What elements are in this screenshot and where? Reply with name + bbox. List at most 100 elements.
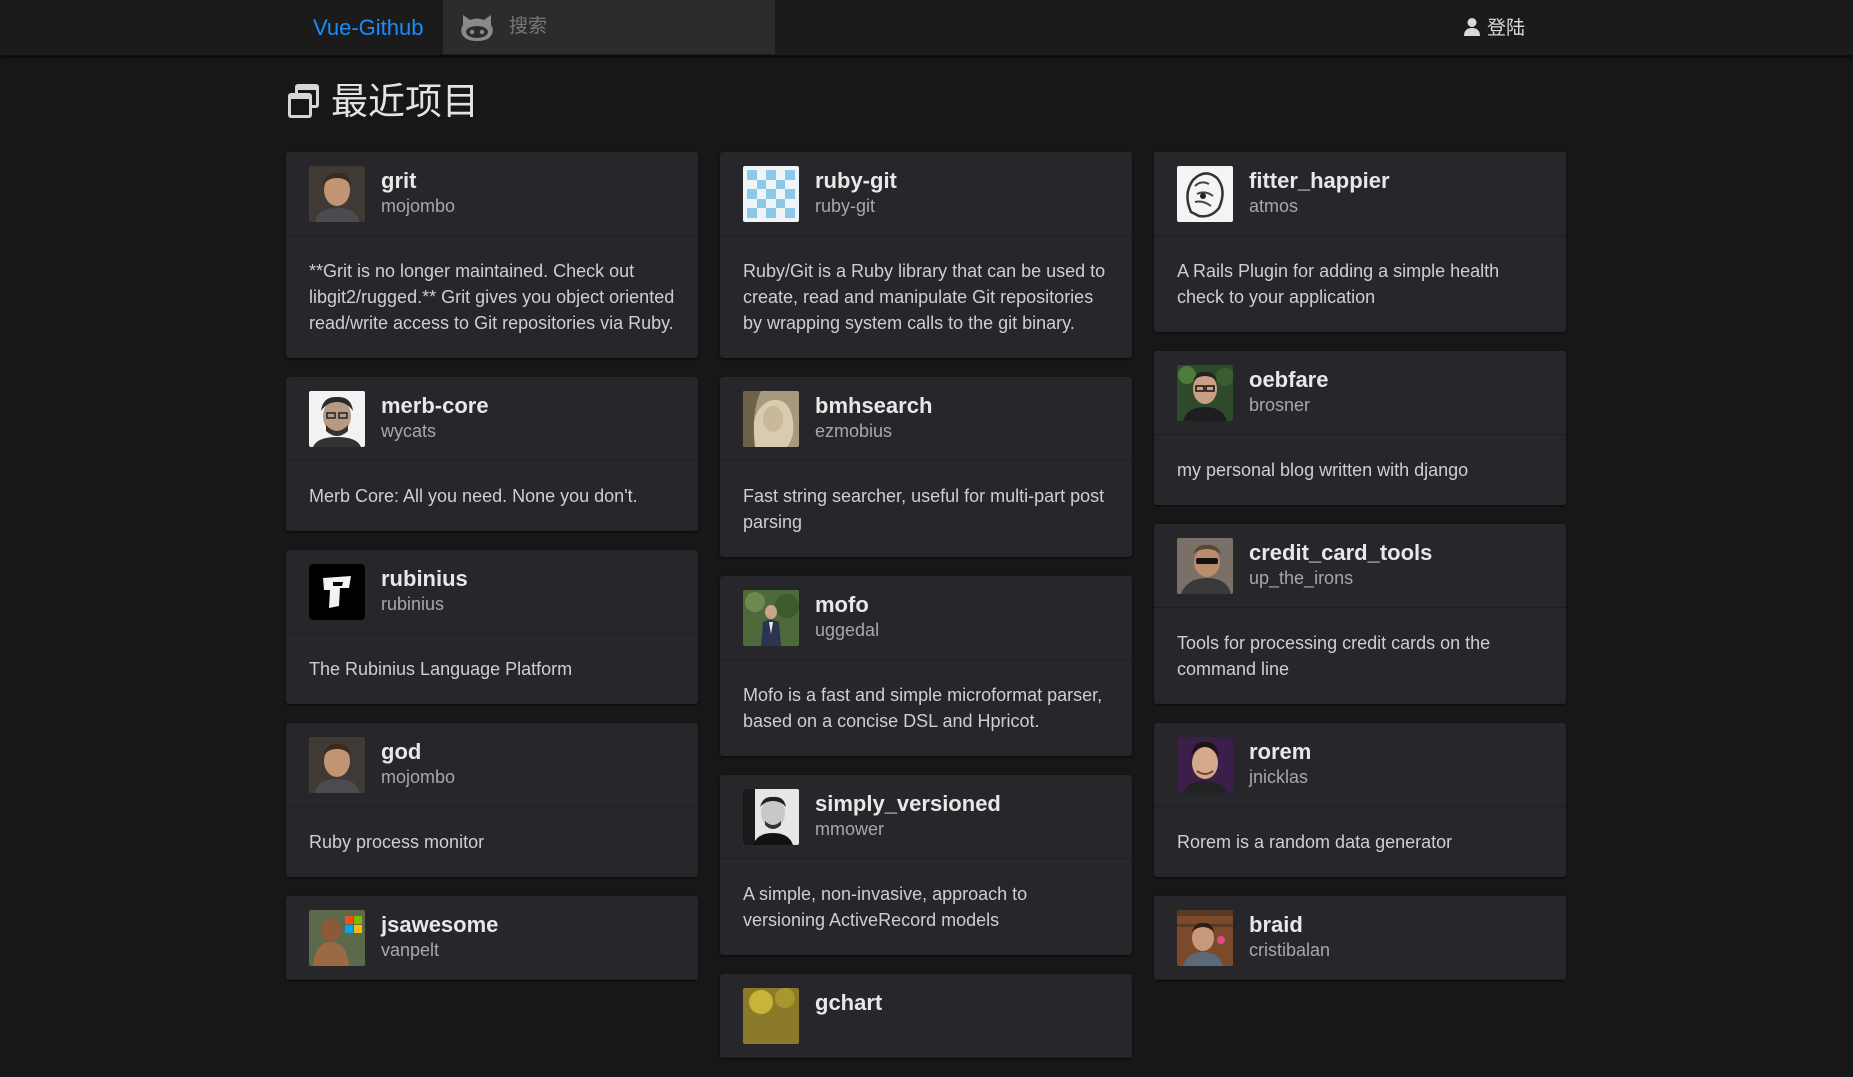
repo-card-grit[interactable]: grit mojombo **Grit is no longer maintai… bbox=[286, 152, 698, 358]
card-header: oebfare brosner bbox=[1154, 351, 1566, 435]
card-header: grit mojombo bbox=[286, 152, 698, 236]
repo-description: Ruby process monitor bbox=[309, 832, 485, 852]
repo-owner[interactable]: cristibalan bbox=[1249, 940, 1330, 961]
repo-description: Mofo is a fast and simple microformat pa… bbox=[743, 685, 1103, 731]
owner-avatar[interactable] bbox=[1177, 538, 1233, 594]
owner-avatar[interactable] bbox=[743, 166, 799, 222]
repo-card-rubinius[interactable]: rubinius rubinius The Rubinius Language … bbox=[286, 550, 698, 704]
login-button[interactable]: 登陆 bbox=[1463, 0, 1525, 55]
repo-owner[interactable]: mmower bbox=[815, 819, 884, 840]
github-octocat-icon bbox=[461, 15, 493, 41]
card-header: gchart bbox=[720, 974, 1132, 1058]
repo-name-link[interactable]: braid bbox=[1249, 912, 1303, 938]
owner-avatar[interactable] bbox=[743, 988, 799, 1044]
card-header: mofo uggedal bbox=[720, 576, 1132, 660]
repo-card-credit-card-tools[interactable]: credit_card_tools up_the_irons Tools for… bbox=[1154, 524, 1566, 704]
repo-description: The Rubinius Language Platform bbox=[309, 659, 573, 679]
repo-card-god[interactable]: god mojombo Ruby process monitor bbox=[286, 723, 698, 877]
page-title-text: 最近项目 bbox=[331, 81, 479, 122]
repo-card-bmhsearch[interactable]: bmhsearch ezmobius Fast string searcher,… bbox=[720, 377, 1132, 557]
card-header: bmhsearch ezmobius bbox=[720, 377, 1132, 461]
repo-description: Merb Core: All you need. None you don't. bbox=[309, 486, 638, 506]
brand-link[interactable]: Vue-Github bbox=[313, 0, 423, 55]
repo-owner[interactable]: rubinius bbox=[381, 594, 444, 615]
repo-name-link[interactable]: bmhsearch bbox=[815, 393, 932, 419]
repo-card-simply-versioned[interactable]: simply_versioned mmower A simple, non-in… bbox=[720, 775, 1132, 955]
repo-owner[interactable]: jnicklas bbox=[1249, 767, 1308, 788]
card-header: fitter_happier atmos bbox=[1154, 152, 1566, 236]
repo-card-merb-core[interactable]: merb-core wycats Merb Core: All you need… bbox=[286, 377, 698, 531]
repo-description: my personal blog written with django bbox=[1177, 460, 1469, 480]
owner-avatar[interactable] bbox=[743, 789, 799, 845]
repo-description: Fast string searcher, useful for multi-p… bbox=[743, 486, 1105, 532]
search-placeholder: 搜索 bbox=[509, 16, 548, 37]
page-title: 最近项目 bbox=[286, 78, 479, 126]
repo-card-ruby-git[interactable]: ruby-git ruby-git Ruby/Git is a Ruby lib… bbox=[720, 152, 1132, 358]
repo-owner[interactable]: atmos bbox=[1249, 196, 1298, 217]
card-header: credit_card_tools up_the_irons bbox=[1154, 524, 1566, 608]
owner-avatar[interactable] bbox=[1177, 166, 1233, 222]
card-header: braid cristibalan bbox=[1154, 896, 1566, 980]
repo-name-link[interactable]: credit_card_tools bbox=[1249, 540, 1432, 566]
repo-card-jsawesome[interactable]: jsawesome vanpelt bbox=[286, 896, 698, 980]
owner-avatar[interactable] bbox=[743, 590, 799, 646]
repo-owner[interactable]: vanpelt bbox=[381, 940, 439, 961]
repo-owner[interactable]: ezmobius bbox=[815, 421, 892, 442]
owner-avatar[interactable] bbox=[1177, 365, 1233, 421]
owner-avatar[interactable] bbox=[309, 166, 365, 222]
repo-card-braid[interactable]: braid cristibalan bbox=[1154, 896, 1566, 980]
repo-owner[interactable]: wycats bbox=[381, 421, 436, 442]
repo-card-rorem[interactable]: rorem jnicklas Rorem is a random data ge… bbox=[1154, 723, 1566, 877]
repo-name-link[interactable]: jsawesome bbox=[381, 912, 498, 938]
top-navbar: Vue-Github 搜索 登陆 bbox=[0, 0, 1853, 56]
search-box[interactable]: 搜索 bbox=[443, 0, 775, 54]
repo-name-link[interactable]: simply_versioned bbox=[815, 791, 1001, 817]
repo-name-link[interactable]: ruby-git bbox=[815, 168, 897, 194]
card-header: merb-core wycats bbox=[286, 377, 698, 461]
repo-description: Tools for processing credit cards on the… bbox=[1177, 633, 1491, 679]
card-header: simply_versioned mmower bbox=[720, 775, 1132, 859]
owner-avatar[interactable] bbox=[743, 391, 799, 447]
card-header: ruby-git ruby-git bbox=[720, 152, 1132, 236]
repo-card-fitter-happier[interactable]: fitter_happier atmos A Rails Plugin for … bbox=[1154, 152, 1566, 332]
repo-card-gchart[interactable]: gchart bbox=[720, 974, 1132, 1058]
repo-description: Ruby/Git is a Ruby library that can be u… bbox=[743, 261, 1106, 333]
repo-owner[interactable]: brosner bbox=[1249, 395, 1310, 416]
repo-owner[interactable]: mojombo bbox=[381, 767, 455, 788]
repo-owner[interactable]: uggedal bbox=[815, 620, 879, 641]
card-header: jsawesome vanpelt bbox=[286, 896, 698, 980]
owner-avatar[interactable] bbox=[309, 737, 365, 793]
repo-name-link[interactable]: grit bbox=[381, 168, 416, 194]
owner-avatar[interactable] bbox=[309, 564, 365, 620]
project-column-2: ruby-git ruby-git Ruby/Git is a Ruby lib… bbox=[720, 152, 1132, 1077]
owner-avatar[interactable] bbox=[309, 391, 365, 447]
repo-owner[interactable]: mojombo bbox=[381, 196, 455, 217]
owner-avatar[interactable] bbox=[1177, 910, 1233, 966]
repo-name-link[interactable]: fitter_happier bbox=[1249, 168, 1390, 194]
window-restore-icon bbox=[288, 84, 319, 118]
user-icon bbox=[1464, 18, 1480, 36]
repo-description: A simple, non-invasive, approach to vers… bbox=[743, 884, 1028, 930]
repo-name-link[interactable]: god bbox=[381, 739, 421, 765]
repo-name-link[interactable]: mofo bbox=[815, 592, 869, 618]
login-label: 登陆 bbox=[1487, 18, 1526, 39]
owner-avatar[interactable] bbox=[309, 910, 365, 966]
repo-description: A Rails Plugin for adding a simple healt… bbox=[1177, 261, 1500, 307]
repo-owner[interactable]: ruby-git bbox=[815, 196, 875, 217]
owner-avatar[interactable] bbox=[1177, 737, 1233, 793]
repo-name-link[interactable]: gchart bbox=[815, 990, 882, 1016]
repo-description: Rorem is a random data generator bbox=[1177, 832, 1453, 852]
project-column-3: fitter_happier atmos A Rails Plugin for … bbox=[1154, 152, 1566, 999]
repo-card-mofo[interactable]: mofo uggedal Mofo is a fast and simple m… bbox=[720, 576, 1132, 756]
repo-name-link[interactable]: merb-core bbox=[381, 393, 489, 419]
project-column-1: grit mojombo **Grit is no longer maintai… bbox=[286, 152, 698, 999]
repo-name-link[interactable]: rubinius bbox=[381, 566, 468, 592]
card-header: rorem jnicklas bbox=[1154, 723, 1566, 807]
repo-card-oebfare[interactable]: oebfare brosner my personal blog written… bbox=[1154, 351, 1566, 505]
repo-name-link[interactable]: rorem bbox=[1249, 739, 1311, 765]
card-header: god mojombo bbox=[286, 723, 698, 807]
repo-name-link[interactable]: oebfare bbox=[1249, 367, 1328, 393]
card-header: rubinius rubinius bbox=[286, 550, 698, 634]
repo-owner[interactable]: up_the_irons bbox=[1249, 568, 1353, 589]
repo-description: **Grit is no longer maintained. Check ou… bbox=[309, 261, 675, 333]
